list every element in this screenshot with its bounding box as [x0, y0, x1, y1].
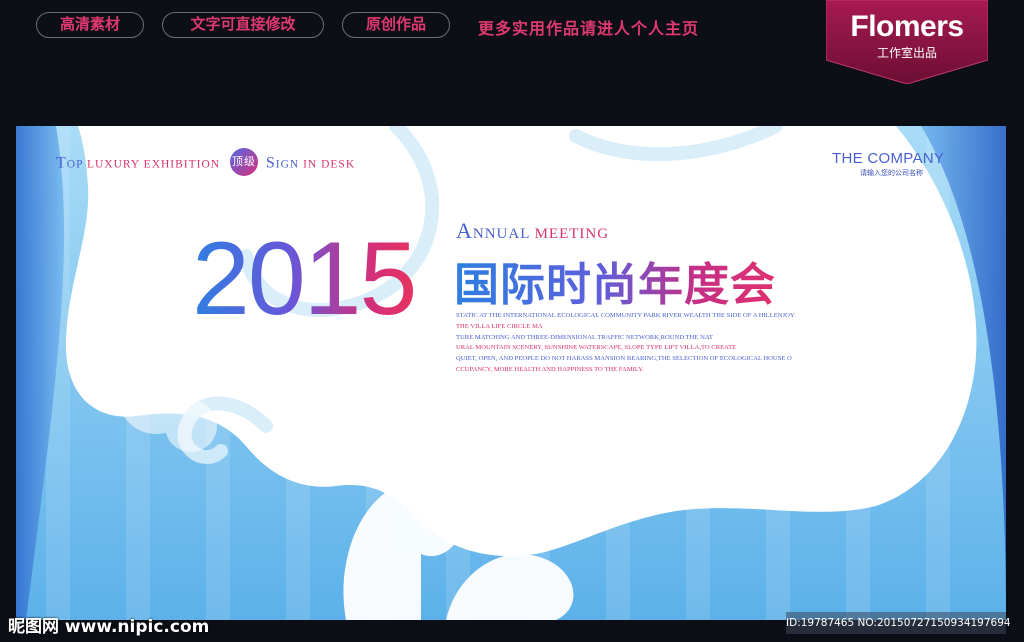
description-line: THE VILLA LIFE CIRCLE MA: [456, 322, 543, 330]
sign-word-rest: IGN: [275, 158, 300, 171]
annual-word-rest: NNUAL: [472, 226, 530, 242]
description-line: STATIC AT THE INTERNATIONAL ECOLOGICAL C…: [456, 312, 795, 319]
poster: TOP LUXURY EXHIBITION 顶级 SIGN IN DESK TH…: [16, 126, 1006, 620]
year-text: 2015: [192, 221, 415, 328]
description-text: STATIC AT THE INTERNATIONAL ECOLOGICAL C…: [456, 311, 795, 376]
in-desk-words: IN DESK: [303, 158, 356, 171]
annual-meeting-heading: ANNUAL MEETING: [456, 218, 609, 244]
top-cap-letter: T: [56, 154, 67, 172]
hd-material-button[interactable]: 高清素材: [36, 12, 144, 38]
description-line: CCUPANCY, MORE HEALTH AND HAPPINESS TO T…: [456, 365, 644, 373]
site-watermark: 昵图网 www.nipic.com: [8, 617, 210, 637]
meeting-word: MEETING: [534, 226, 610, 242]
description-line: URAL MOUNTAIN SCENERY, SUNSHINE WATERSCA…: [456, 344, 737, 352]
top-luxury-line: TOP LUXURY EXHIBITION 顶级 SIGN IN DESK: [56, 148, 356, 176]
exhibition-word: EXHIBITION: [143, 158, 221, 171]
event-title-cn: 国际时尚年度会: [454, 248, 776, 313]
top-grade-badge: 顶级: [229, 148, 258, 176]
description-line: TURE MATCHING AND THREE-DIMENSIONAL TRAF…: [456, 333, 713, 341]
homepage-link[interactable]: 更多实用作品请进人个人主页: [478, 15, 699, 39]
company-name-hint: 请输入您的公司名称: [860, 169, 923, 177]
original-work-button[interactable]: 原创作品: [342, 12, 450, 38]
luxury-word: LUXURY: [86, 158, 140, 171]
company-name: THE COMPANY: [832, 150, 945, 167]
top-word-rest: OP: [66, 158, 84, 171]
editable-text-button[interactable]: 文字可直接修改: [162, 12, 324, 38]
brand-subtitle: 工作室出品: [876, 46, 937, 60]
brand-name[interactable]: Flomers: [826, 10, 988, 44]
id-watermark: ID:19787465 NO:20150727150934197694: [786, 612, 1011, 634]
annual-cap-letter: A: [456, 218, 473, 243]
year-title: 2015: [192, 221, 417, 328]
top-bar: 高清素材 文字可直接修改 原创作品 更多实用作品请进人个人主页 Flomers …: [0, 0, 1024, 118]
sign-cap-letter: S: [265, 154, 276, 172]
description-line: QUIET, OPEN, AND PEOPLE DO NOT HARASS MA…: [456, 355, 792, 363]
